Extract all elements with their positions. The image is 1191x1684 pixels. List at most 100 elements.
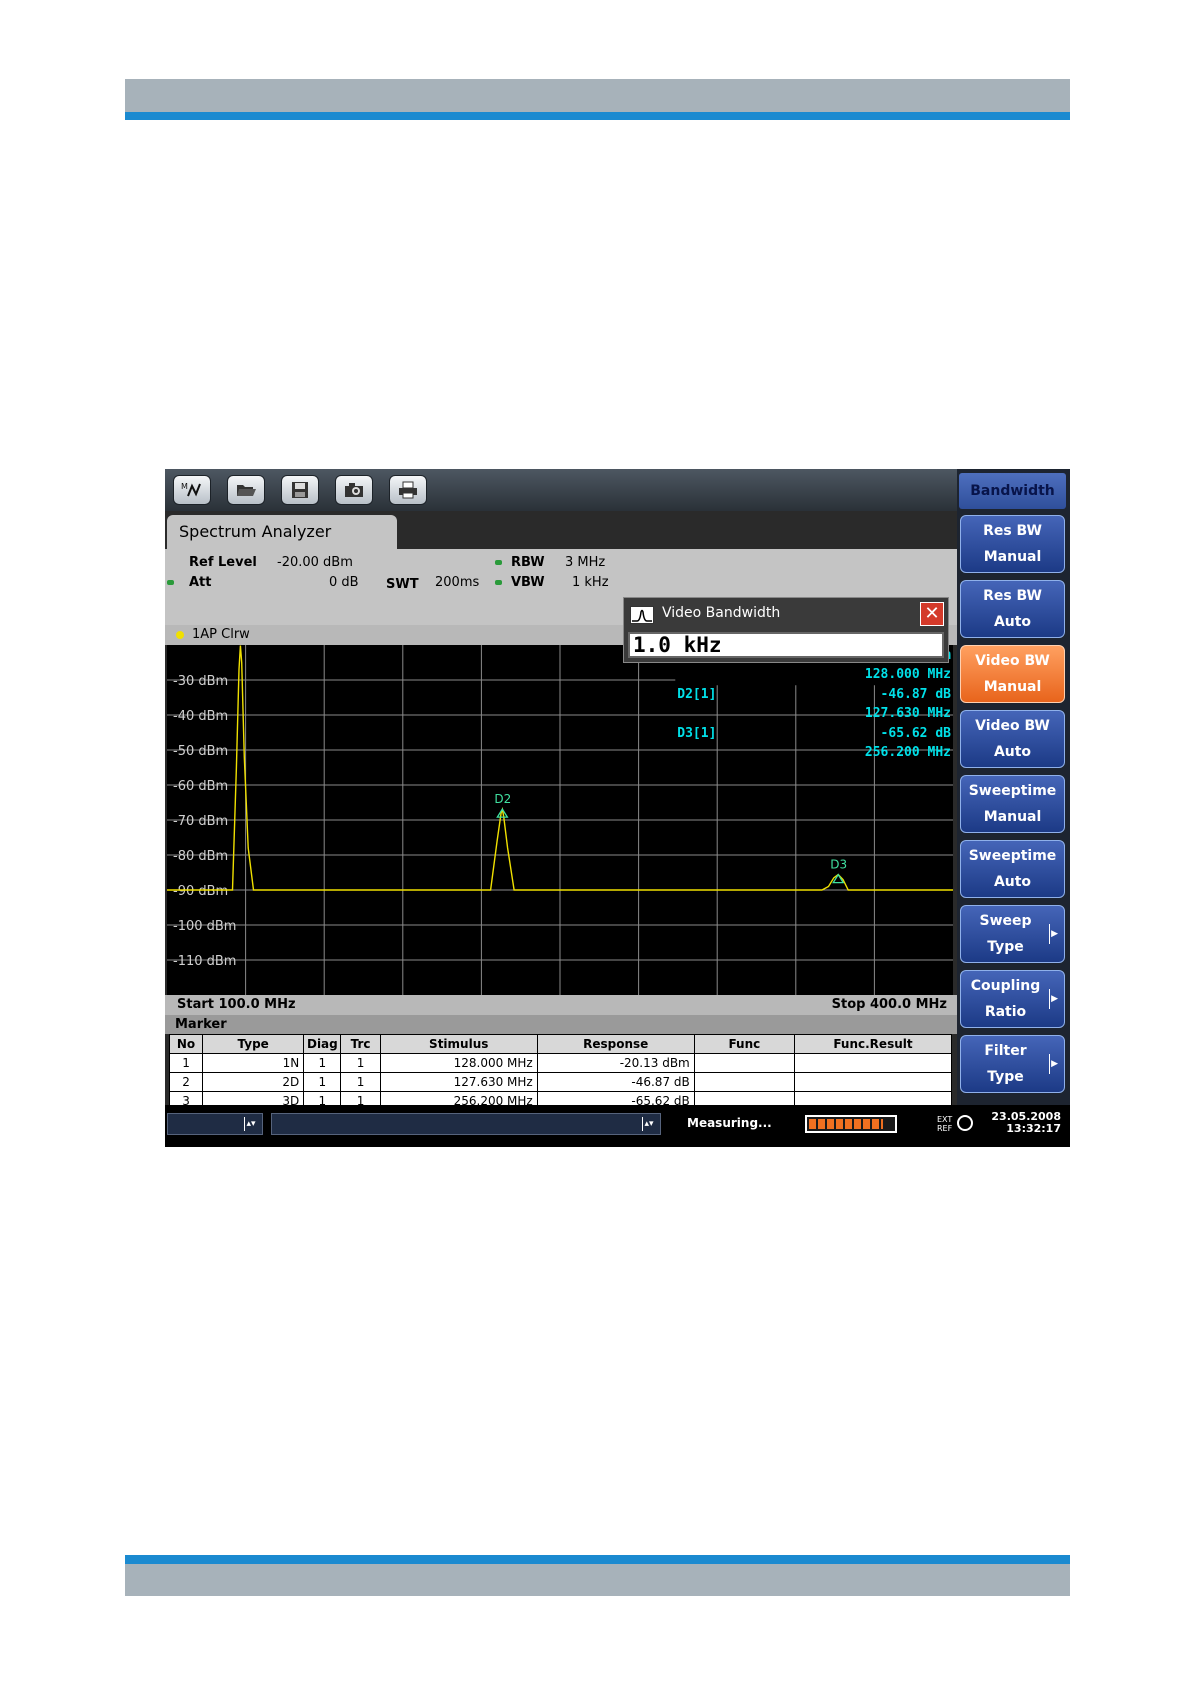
cell-response: -46.87 dB <box>536 1072 695 1092</box>
marker-readout-name: D3[1] <box>677 726 716 741</box>
marker-peak-icon[interactable]: M <box>173 475 211 505</box>
vbw-value: 1 kHz <box>572 575 609 590</box>
softkey-panel: Bandwidth Res BW Manual Res BW Auto Vide… <box>957 469 1070 1147</box>
softkey-video-bw-auto[interactable]: Video BW Auto <box>960 710 1065 768</box>
marker-readout-name: D2[1] <box>677 687 716 702</box>
trace-label: 1AP Clrw <box>192 627 250 642</box>
col-trc: Trc <box>340 1034 381 1054</box>
spin-updown-icon: ▴▾ <box>642 1117 655 1131</box>
col-func: Func <box>693 1034 795 1054</box>
softkey-line1: Coupling <box>970 978 1041 994</box>
cell-func <box>693 1072 795 1092</box>
rbw-indicator-icon <box>495 560 502 565</box>
softkey-line2: Auto <box>993 874 1032 890</box>
stop-frequency: Stop 400.0 MHz <box>831 997 947 1012</box>
ext-ref-label: EXT REF <box>937 1115 952 1133</box>
softkey-sweeptime-manual[interactable]: Sweeptime Manual <box>960 775 1065 833</box>
softkey-line1: Video BW <box>975 718 1050 734</box>
camera-icon[interactable] <box>335 475 373 505</box>
y-tick-label: -90 dBm <box>173 884 228 899</box>
y-tick-label: -40 dBm <box>173 709 228 724</box>
footer-gray-band <box>125 1564 1070 1596</box>
y-tick-label: -80 dBm <box>173 849 228 864</box>
table-row[interactable]: 2 2D 1 1 127.630 MHz -46.87 dB <box>168 1072 953 1092</box>
video-bandwidth-dialog: Video Bandwidth ✕ 1.0 kHz <box>623 597 949 663</box>
frequency-axis-bar: Start 100.0 MHz Stop 400.0 MHz <box>165 995 957 1015</box>
softkey-line2: Type <box>987 939 1024 955</box>
status-text: Measuring... <box>687 1116 772 1130</box>
col-stimulus: Stimulus <box>379 1034 538 1054</box>
y-tick-label: -110 dBm <box>173 954 236 969</box>
swt-label: SWT <box>386 577 419 592</box>
cell-diag: 1 <box>303 1072 342 1092</box>
status-bar: ▴▾ ▴▾ Measuring... EXT REF 23.05.2008 13… <box>165 1105 1070 1147</box>
footer-blue-rule <box>125 1555 1070 1564</box>
spectrum-plot: -30 dBm -40 dBm -50 dBm -60 dBm -70 dBm -80 d… <box>167 645 953 995</box>
marker-table-head-row: No Type Diag Trc Stimulus Response Func … <box>168 1034 953 1054</box>
y-tick-label: -100 dBm <box>173 919 236 934</box>
status-selector-left[interactable]: ▴▾ <box>167 1113 263 1135</box>
col-no: No <box>168 1034 204 1054</box>
y-tick-label: -30 dBm <box>173 674 228 689</box>
status-selector-main[interactable]: ▴▾ <box>271 1113 661 1135</box>
marker-table-header: Marker <box>165 1015 957 1034</box>
bandwidth-filter-icon <box>630 606 654 624</box>
close-icon[interactable]: ✕ <box>920 602 944 626</box>
tab-spectrum-analyzer[interactable]: Spectrum Analyzer <box>167 515 397 549</box>
video-bandwidth-input[interactable]: 1.0 kHz <box>628 632 944 658</box>
softkey-line1: Sweeptime <box>968 783 1057 799</box>
softkey-sweep-type[interactable]: Sweep Type ▶ <box>960 905 1065 963</box>
cell-trc: 1 <box>340 1053 381 1073</box>
open-folder-icon[interactable] <box>227 475 265 505</box>
cell-stimulus: 127.630 MHz <box>379 1072 538 1092</box>
softkey-coupling-ratio[interactable]: Coupling Ratio ▶ <box>960 970 1065 1028</box>
ext-ref-line1: EXT <box>937 1115 953 1124</box>
vbw-label: VBW <box>511 575 545 590</box>
col-func-result: Func.Result <box>793 1034 953 1054</box>
swt-value: 200ms <box>435 575 480 590</box>
softkey-menu-title: Bandwidth <box>959 473 1066 509</box>
instrument-screen: M Spectrum Analyzer Ref Level -20.00 dBm… <box>165 469 1070 1147</box>
dialog-title: Video Bandwidth <box>662 605 781 621</box>
cell-func-result <box>793 1053 953 1073</box>
softkey-filter-type[interactable]: Filter Type ▶ <box>960 1035 1065 1093</box>
cell-func <box>693 1053 795 1073</box>
softkey-line1: Filter <box>984 1043 1027 1059</box>
marker-table: No Type Diag Trc Stimulus Response Func … <box>168 1034 953 1111</box>
softkey-line2: Manual <box>983 549 1042 565</box>
att-indicator-icon <box>167 580 174 585</box>
softkey-line2: Auto <box>993 744 1032 760</box>
marker-readout-freq: 256.200 MHz <box>865 745 951 760</box>
save-disk-icon[interactable] <box>281 475 319 505</box>
marker-readout-level: -65.62 dB <box>881 726 952 741</box>
y-tick-label: -50 dBm <box>173 744 228 759</box>
spin-updown-icon: ▴▾ <box>244 1117 257 1131</box>
softkey-line1: Sweep <box>979 913 1032 929</box>
svg-text:M: M <box>181 482 188 491</box>
softkey-line2: Ratio <box>984 1004 1027 1020</box>
softkey-res-bw-manual[interactable]: Res BW Manual <box>960 515 1065 573</box>
table-row[interactable]: 1 1N 1 1 128.000 MHz -20.13 dBm <box>168 1053 953 1073</box>
marker-table-title: Marker <box>175 1017 227 1032</box>
ref-level-value: -20.00 dBm <box>277 555 353 570</box>
softkey-line1: Video BW <box>975 653 1050 669</box>
sweep-progress-bar <box>805 1115 897 1133</box>
printer-icon[interactable] <box>389 475 427 505</box>
toolbar: M <box>165 469 957 511</box>
marker-label: D2 <box>494 792 511 806</box>
softkey-line1: Res BW <box>983 523 1042 539</box>
rbw-value: 3 MHz <box>565 555 606 570</box>
submenu-arrow-icon: ▶ <box>1049 989 1058 1009</box>
softkey-res-bw-auto[interactable]: Res BW Auto <box>960 580 1065 638</box>
att-label: Att <box>189 575 212 590</box>
y-tick-label: -60 dBm <box>173 779 228 794</box>
marker-readout-freq: 127.630 MHz <box>865 706 951 721</box>
cell-no: 1 <box>168 1053 204 1073</box>
softkey-video-bw-manual[interactable]: Video BW Manual <box>960 645 1065 703</box>
softkey-sweeptime-auto[interactable]: Sweeptime Auto <box>960 840 1065 898</box>
marker-label: D3 <box>830 858 847 872</box>
cell-trc: 1 <box>340 1072 381 1092</box>
marker-readout-level: -46.87 dB <box>881 687 952 702</box>
vbw-indicator-icon <box>495 580 502 585</box>
header-gray-band <box>125 79 1070 112</box>
